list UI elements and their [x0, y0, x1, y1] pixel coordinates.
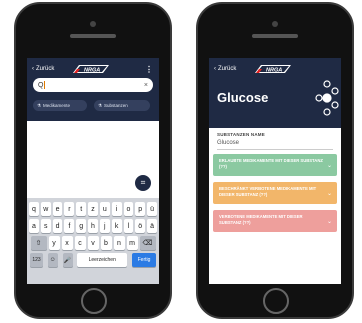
key-ä[interactable]: ä	[147, 219, 157, 233]
key-p[interactable]: p	[135, 202, 146, 216]
logo-text: NRGA	[266, 68, 282, 74]
chevron-down-icon: ⌄	[326, 163, 332, 169]
chip-label: Substanzen	[104, 103, 128, 108]
emoji-key[interactable]: ☺	[47, 253, 58, 267]
scan-fab-button[interactable]: ⌗	[135, 175, 151, 191]
key-z[interactable]: z	[88, 202, 98, 216]
text-cursor	[44, 81, 46, 89]
flask-icon: ⚗	[98, 102, 103, 108]
key-i[interactable]: i	[111, 202, 122, 216]
nrga-logo: NRGA	[73, 65, 109, 74]
key-l[interactable]: l	[123, 219, 134, 233]
key-b[interactable]: b	[100, 236, 112, 250]
search-screen: ‹ Zurück NRGA ⋮ Q × ⚗ Medikamente ⚗ Subs…	[27, 58, 159, 284]
chevron-down-icon: ⌄	[326, 219, 332, 225]
search-input[interactable]: Q ×	[33, 78, 153, 92]
key-o[interactable]: o	[123, 202, 134, 216]
close-icon[interactable]: ×	[144, 82, 148, 89]
home-button[interactable]	[81, 288, 107, 314]
shift-key[interactable]: ⇧	[30, 236, 47, 250]
back-button[interactable]: ‹ Zurück	[214, 66, 236, 72]
keyboard-row: ⇧ y x c v b n m ⌫	[29, 236, 157, 250]
earpiece-speaker	[252, 34, 298, 38]
key-j[interactable]: j	[99, 219, 110, 233]
logo-text: NRGA	[84, 68, 100, 74]
front-camera	[272, 21, 278, 27]
on-screen-keyboard: qwertzuiopü asdfghjklöä ⇧ y x c v b n m ⌫ 123 ☺ …	[27, 198, 159, 284]
accordion-label: VERBOTENE MEDIKAMENTE MIT DIESER SUBSTAN…	[219, 214, 303, 225]
key-x[interactable]: x	[61, 236, 73, 250]
filter-chip-medikamente[interactable]: ⚗ Medikamente	[33, 100, 87, 111]
page-title: Glucose	[217, 90, 269, 105]
left-phone: ‹ Zurück NRGA ⋮ Q × ⚗ Medikamente ⚗ Subs…	[14, 2, 172, 319]
more-menu-icon[interactable]: ⋮	[145, 65, 153, 74]
keyboard-row: qwertzuiopü	[29, 202, 157, 216]
key-s[interactable]: s	[40, 219, 51, 233]
key-q[interactable]: q	[29, 202, 39, 216]
chevron-left-icon: ‹	[32, 66, 34, 72]
substance-header: ‹ Zurück NRGA Glucose	[209, 58, 341, 128]
key-e[interactable]: e	[52, 202, 63, 216]
substance-name-field[interactable]: Glucose	[217, 140, 239, 146]
filter-chip-substanzen[interactable]: ⚗ Substanzen	[94, 100, 150, 111]
numbers-key[interactable]: 123	[30, 253, 43, 267]
accordion-allowed-medications[interactable]: ERLAUBTE MEDIKAMENTE MIT DIESER SUBSTANZ…	[213, 154, 337, 176]
back-button[interactable]: ‹ Zurück	[32, 66, 54, 72]
key-k[interactable]: k	[111, 219, 122, 233]
key-w[interactable]: w	[40, 202, 51, 216]
molecule-icon	[315, 80, 339, 116]
accordion-forbidden-medications[interactable]: VERBOTENE MEDIKAMENTE MIT DIESER SUBSTAN…	[213, 210, 337, 232]
grid-icon: ⌗	[140, 178, 146, 187]
chip-label: Medikamente	[43, 103, 71, 108]
key-t[interactable]: t	[76, 202, 87, 216]
key-r[interactable]: r	[64, 202, 75, 216]
substance-detail-screen: ‹ Zurück NRGA Glucose SUBSTANZEN NAME Gl…	[209, 58, 341, 284]
back-label: Zurück	[36, 66, 55, 72]
key-g[interactable]: g	[76, 219, 87, 233]
app-header: ‹ Zurück NRGA ⋮ Q × ⚗ Medikamente ⚗ Subs…	[27, 58, 159, 121]
keyboard-row: asdfghjklöä	[29, 219, 157, 233]
accordion-label: BESCHRÄNKT VERBOTENE MEDIKAMENTE MIT DIE…	[219, 186, 317, 197]
key-n[interactable]: n	[113, 236, 125, 250]
microphone-key[interactable]: 🎤	[62, 253, 73, 267]
space-key[interactable]: Leerzeichen	[77, 253, 128, 267]
nrga-logo: NRGA	[255, 65, 291, 74]
key-v[interactable]: v	[87, 236, 99, 250]
done-key[interactable]: Fertig	[132, 253, 156, 267]
flask-icon: ⚗	[37, 102, 42, 108]
key-f[interactable]: f	[64, 219, 75, 233]
accordion-label: ERLAUBTE MEDIKAMENTE MIT DIESER SUBSTANZ…	[219, 158, 323, 169]
earpiece-speaker	[70, 34, 116, 38]
chevron-down-icon: ⌄	[326, 191, 332, 197]
key-u[interactable]: u	[99, 202, 110, 216]
key-c[interactable]: c	[74, 236, 86, 250]
right-phone: ‹ Zurück NRGA Glucose SUBSTANZEN NAME Gl…	[196, 2, 354, 319]
key-y[interactable]: y	[48, 236, 60, 250]
front-camera	[90, 21, 96, 27]
keyboard-row: 123 ☺ 🎤 Leerzeichen Fertig	[29, 253, 157, 267]
key-m[interactable]: m	[126, 236, 138, 250]
field-label: SUBSTANZEN NAME	[217, 132, 265, 137]
search-value: Q	[38, 81, 44, 89]
key-d[interactable]: d	[52, 219, 63, 233]
home-button[interactable]	[263, 288, 289, 314]
backspace-key[interactable]: ⌫	[139, 236, 156, 250]
key-a[interactable]: a	[29, 219, 39, 233]
field-underline	[217, 149, 333, 150]
chevron-left-icon: ‹	[214, 66, 216, 72]
back-label: Zurück	[218, 66, 237, 72]
accordion-restricted-medications[interactable]: BESCHRÄNKT VERBOTENE MEDIKAMENTE MIT DIE…	[213, 182, 337, 204]
key-h[interactable]: h	[88, 219, 98, 233]
key-ü[interactable]: ü	[147, 202, 157, 216]
key-ö[interactable]: ö	[135, 219, 146, 233]
